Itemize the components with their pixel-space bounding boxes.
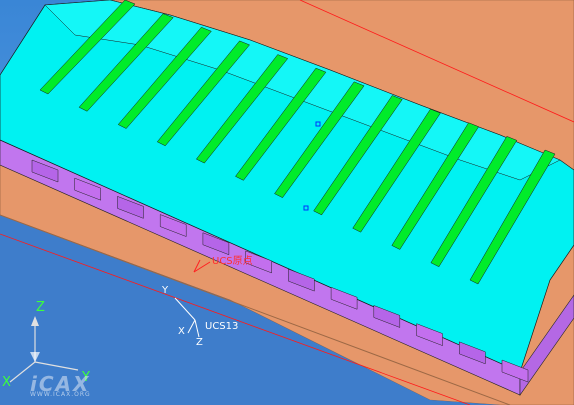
world-z-label: Z: [36, 300, 45, 315]
world-x-label: X: [2, 375, 11, 390]
ucs13-name-label: UCS13: [205, 321, 239, 332]
icax-watermark: iCAX WWW.ICAX.ORG: [22, 372, 132, 398]
ucs-origin-label: UCS原点: [212, 256, 253, 267]
model-canvas[interactable]: [0, 0, 574, 405]
cad-3d-viewport[interactable]: UCS原点 Y X Z UCS13 Z Y X iCAX WWW.ICAX.OR…: [0, 0, 574, 405]
ucs13-y-label: Y: [162, 285, 169, 296]
watermark-url: WWW.ICAX.ORG: [30, 391, 91, 398]
ucs13-z-label: Z: [196, 337, 203, 348]
ucs13-x-label: X: [178, 326, 185, 337]
